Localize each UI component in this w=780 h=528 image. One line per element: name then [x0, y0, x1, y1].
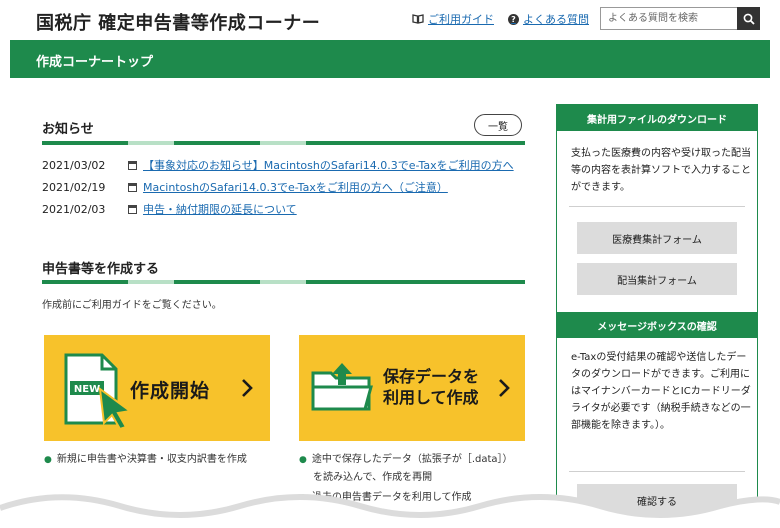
folder-upload-icon — [311, 363, 373, 411]
faq-link-label: よくある質問 — [523, 13, 589, 26]
news-link[interactable]: 【事象対応のお知らせ】MacintoshのSafari14.0.3でe-Taxを… — [143, 157, 514, 173]
news-link[interactable]: MacintoshのSafari14.0.3でe-Taxをご利用の方へ（ご注意） — [143, 179, 448, 195]
create-heading: 申告書等を作成する — [42, 262, 160, 277]
document-icon — [128, 204, 137, 214]
page-title-bar: 作成コーナートップ — [10, 40, 770, 78]
divider — [569, 471, 745, 472]
faq-link[interactable]: ? よくある質問 — [508, 11, 589, 27]
chevron-right-icon — [242, 379, 253, 397]
guide-link[interactable]: ご利用ガイド — [412, 11, 494, 27]
news-list-button[interactable]: 一覧 — [474, 114, 522, 136]
start-new-label: 作成開始 — [130, 380, 211, 402]
sidebar: 集計用ファイルのダウンロード 支払った医療費の内容や受け取った配当等の内容を表計… — [556, 104, 758, 528]
divider — [569, 206, 745, 207]
site-header: 国税庁 確定申告書等作成コーナー ご利用ガイド ? よくある質問 — [0, 0, 780, 40]
resume-saved-description: ● 途中で保存したデータ（拡張子が［.data］） — [299, 454, 513, 465]
question-icon: ? — [508, 13, 519, 25]
news-item: 2021/02/19 MacintoshのSafari14.0.3でe-Taxを… — [42, 179, 448, 195]
download-heading: 集計用ファイルのダウンロード — [557, 105, 757, 131]
create-heading-underline — [42, 280, 525, 284]
create-lead-text: 作成前にご利用ガイドをご覧ください。 — [42, 300, 222, 311]
medical-form-button[interactable]: 医療費集計フォーム — [577, 222, 737, 254]
document-icon — [128, 182, 137, 192]
book-icon — [412, 14, 424, 24]
document-icon — [128, 160, 137, 170]
resume-saved-description-text: 途中で保存したデータ（拡張子が［.data］） — [311, 454, 513, 465]
search-button[interactable] — [737, 7, 760, 30]
start-new-button[interactable]: NEW 作成開始 — [44, 335, 270, 441]
news-date: 2021/02/19 — [42, 180, 106, 194]
news-item: 2021/02/03 申告・納付期限の延長について — [42, 201, 297, 217]
search-icon — [743, 13, 755, 25]
messagebox-description: e-Taxの受付結果の確認や送信したデータのダウンロードができます。ご利用にはマ… — [571, 352, 751, 431]
news-date: 2021/02/03 — [42, 202, 106, 216]
messagebox-heading: メッセージボックスの確認 — [557, 312, 757, 338]
resume-saved-label-line2: 利用して作成 — [383, 388, 479, 407]
faq-search-input[interactable] — [600, 7, 738, 30]
start-new-description: ● 新規に申告書や決算書・収支内訳書を作成 — [44, 454, 247, 465]
site-title: 国税庁 確定申告書等作成コーナー — [36, 13, 321, 34]
page-title: 作成コーナートップ — [36, 55, 154, 70]
start-new-description-text: 新規に申告書や決算書・収支内訳書を作成 — [56, 454, 247, 465]
news-link[interactable]: 申告・納付期限の延長について — [143, 201, 297, 217]
guide-link-label: ご利用ガイド — [428, 13, 494, 26]
torn-edge-overlay — [0, 494, 780, 528]
news-heading-underline — [42, 141, 525, 145]
news-item: 2021/03/02 【事象対応のお知らせ】MacintoshのSafari14… — [42, 157, 514, 173]
news-heading: お知らせ — [42, 122, 94, 137]
resume-saved-label-line1: 保存データを — [383, 367, 480, 386]
dividend-form-button[interactable]: 配当集計フォーム — [577, 263, 737, 295]
resume-saved-button[interactable]: 保存データを 利用して作成 — [299, 335, 525, 441]
download-description: 支払った医療費の内容や受け取った配当等の内容を表計算ソフトで入力することができま… — [571, 148, 751, 193]
chevron-right-icon — [499, 379, 510, 397]
news-date: 2021/03/02 — [42, 158, 106, 172]
